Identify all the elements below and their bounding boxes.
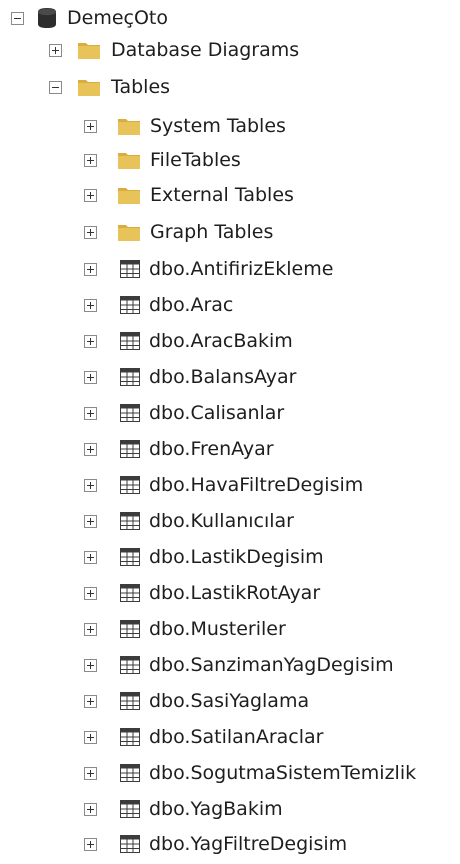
- table-icon: [120, 512, 140, 530]
- expand-toggle-icon[interactable]: [84, 119, 97, 133]
- table-icon: [120, 764, 140, 782]
- tree-node-system-tables[interactable]: System Tables: [0, 108, 286, 144]
- tree-node-label: dbo.Calisanlar: [149, 402, 285, 424]
- expand-toggle-icon[interactable]: [84, 262, 97, 276]
- tree-node-label: dbo.Arac: [149, 294, 234, 316]
- tree-node-table[interactable]: dbo.LastikRotAyar: [0, 575, 320, 611]
- tree-node-label: dbo.SasiYaglama: [149, 690, 310, 712]
- tree-node-table[interactable]: dbo.BalansAyar: [0, 359, 296, 395]
- table-icon: [120, 260, 140, 278]
- tree-node-label: FileTables: [150, 149, 241, 171]
- folder-icon: [118, 225, 140, 241]
- tree-node-label: dbo.SogutmaSistemTemizlik: [149, 762, 417, 784]
- table-icon: [120, 692, 140, 710]
- tree-node-table[interactable]: dbo.SanzimanYagDegisim: [0, 647, 394, 683]
- expand-toggle-icon[interactable]: [84, 370, 97, 384]
- tree-node-table[interactable]: dbo.FrenAyar: [0, 431, 274, 467]
- tree-node-label: dbo.YagFiltreDegisim: [149, 833, 348, 855]
- tree-node-label: External Tables: [150, 184, 294, 206]
- tree-node-table[interactable]: dbo.Arac: [0, 287, 233, 323]
- collapse-toggle-icon[interactable]: [49, 80, 62, 94]
- tree-node-table[interactable]: dbo.LastikDegisim: [0, 539, 324, 575]
- tree-node-label: dbo.YagBakim: [149, 798, 283, 820]
- expand-toggle-icon[interactable]: [49, 43, 62, 57]
- expand-toggle-icon[interactable]: [84, 442, 97, 456]
- tree-node-tables[interactable]: Tables: [0, 69, 170, 105]
- tree-node-table[interactable]: dbo.Calisanlar: [0, 395, 284, 431]
- table-icon: [120, 800, 140, 818]
- tree-node-filetables[interactable]: FileTables: [0, 142, 241, 178]
- tree-node-table[interactable]: dbo.AracBakim: [0, 323, 293, 359]
- folder-icon: [118, 153, 140, 169]
- tree-node-label: Database Diagrams: [111, 39, 300, 61]
- tree-node-label: dbo.Musteriler: [149, 618, 286, 640]
- tree-node-label: Tables: [111, 76, 171, 98]
- tree-node-label: dbo.BalansAyar: [149, 366, 297, 388]
- database-icon: [38, 8, 56, 28]
- folder-icon: [118, 188, 140, 204]
- folder-icon: [118, 119, 140, 135]
- tree-node-table[interactable]: dbo.YagFiltreDegisim: [0, 826, 347, 862]
- tree-node-table[interactable]: dbo.HavaFiltreDegisim: [0, 467, 363, 503]
- expand-toggle-icon[interactable]: [84, 837, 97, 851]
- table-icon: [120, 584, 140, 602]
- expand-toggle-icon[interactable]: [84, 514, 97, 528]
- tree-node-label: dbo.AntifirizEkleme: [149, 258, 334, 280]
- object-explorer-tree: DemeçOto Database Diagrams Tables System…: [0, 0, 460, 864]
- tree-node-table[interactable]: dbo.SatilanAraclar: [0, 719, 323, 755]
- tree-node-label: dbo.Kullanıcılar: [149, 510, 294, 532]
- table-icon: [120, 620, 140, 638]
- expand-toggle-icon[interactable]: [84, 586, 97, 600]
- tree-node-label: dbo.HavaFiltreDegisim: [149, 474, 364, 496]
- expand-toggle-icon[interactable]: [84, 225, 97, 239]
- tree-node-table[interactable]: dbo.YagBakim: [0, 791, 283, 827]
- expand-toggle-icon[interactable]: [84, 406, 97, 420]
- table-icon: [120, 440, 140, 458]
- table-icon: [120, 656, 140, 674]
- tree-node-label: System Tables: [150, 115, 286, 137]
- tree-node-database-diagrams[interactable]: Database Diagrams: [0, 32, 299, 68]
- collapse-toggle-icon[interactable]: [11, 11, 24, 25]
- expand-toggle-icon[interactable]: [84, 298, 97, 312]
- table-icon: [120, 404, 140, 422]
- expand-toggle-icon[interactable]: [84, 622, 97, 636]
- tree-node-database[interactable]: DemeçOto: [0, 0, 168, 36]
- tree-node-label: dbo.FrenAyar: [149, 438, 274, 460]
- tree-node-graph-tables[interactable]: Graph Tables: [0, 214, 273, 250]
- tree-node-label: dbo.LastikDegisim: [149, 546, 324, 568]
- expand-toggle-icon[interactable]: [84, 188, 97, 202]
- tree-node-label: dbo.AracBakim: [149, 330, 293, 352]
- table-icon: [120, 835, 140, 853]
- tree-node-table[interactable]: dbo.Kullanıcılar: [0, 503, 294, 539]
- expand-toggle-icon[interactable]: [84, 658, 97, 672]
- table-icon: [120, 332, 140, 350]
- tree-node-table[interactable]: dbo.SogutmaSistemTemizlik: [0, 755, 416, 791]
- tree-node-table[interactable]: dbo.Musteriler: [0, 611, 286, 647]
- tree-node-label: dbo.LastikRotAyar: [149, 582, 321, 604]
- expand-toggle-icon[interactable]: [84, 694, 97, 708]
- table-icon: [120, 728, 140, 746]
- expand-toggle-icon[interactable]: [84, 802, 97, 816]
- table-icon: [120, 368, 140, 386]
- tree-node-label: DemeçOto: [67, 7, 168, 29]
- table-icon: [120, 476, 140, 494]
- expand-toggle-icon[interactable]: [84, 730, 97, 744]
- folder-icon: [78, 80, 100, 96]
- expand-toggle-icon[interactable]: [84, 478, 97, 492]
- table-icon: [120, 548, 140, 566]
- tree-node-label: dbo.SanzimanYagDegisim: [149, 654, 394, 676]
- tree-node-external-tables[interactable]: External Tables: [0, 177, 294, 213]
- expand-toggle-icon[interactable]: [84, 766, 97, 780]
- tree-node-label: dbo.SatilanAraclar: [149, 726, 324, 748]
- tree-node-table[interactable]: dbo.SasiYaglama: [0, 683, 309, 719]
- folder-icon: [78, 43, 100, 59]
- table-icon: [120, 296, 140, 314]
- expand-toggle-icon[interactable]: [84, 153, 97, 167]
- expand-toggle-icon[interactable]: [84, 334, 97, 348]
- expand-toggle-icon[interactable]: [84, 550, 97, 564]
- tree-node-table[interactable]: dbo.AntifirizEkleme: [0, 251, 333, 287]
- tree-node-label: Graph Tables: [150, 221, 274, 243]
